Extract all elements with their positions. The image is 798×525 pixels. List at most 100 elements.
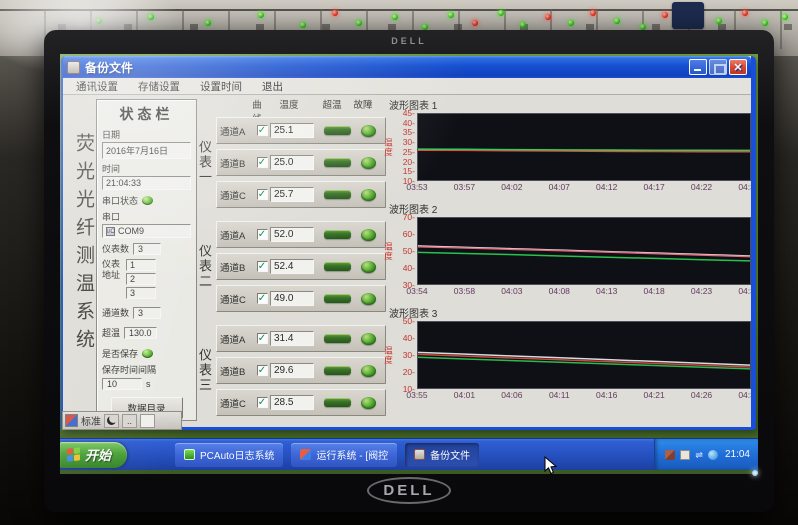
photo-scene: DELL 备份文件 ✕ 通讯设置 <box>0 0 798 525</box>
curve-checkbox[interactable] <box>257 125 268 136</box>
fault-led <box>361 261 376 273</box>
ime-fullhalf-button[interactable] <box>104 414 119 428</box>
tray-usb-icon[interactable]: ⇌ <box>695 450 703 460</box>
taskbar-item-run-system[interactable]: 运行系统 - [阀控 <box>291 443 397 467</box>
dell-logo-bottom: DELL <box>44 477 774 504</box>
menu-storage-settings[interactable]: 存储设置 <box>129 78 189 95</box>
instrument-2-name: 仪表二 <box>199 244 214 289</box>
channel-row: 通道B 29.6 <box>216 357 386 384</box>
fault-led <box>361 333 376 345</box>
instrument-group-3: 仪表三 通道A 31.4 通道B <box>199 325 389 416</box>
minimize-button[interactable] <box>689 59 707 75</box>
panel-led <box>762 20 768 26</box>
start-button[interactable]: 开始 <box>60 442 127 468</box>
close-button[interactable]: ✕ <box>729 59 747 75</box>
instrument-1-name: 仪表一 <box>199 140 214 185</box>
temperature-value: 52.0 <box>270 227 314 242</box>
overtemp-label: 超温 <box>102 326 120 339</box>
mouse-cursor <box>544 456 557 474</box>
menu-set-time[interactable]: 设置时间 <box>191 78 251 95</box>
instrument-group-1: 仪表一 通道A 25.1 通道B <box>199 117 389 208</box>
save-enabled-label: 是否保存 <box>102 347 138 360</box>
system-tray: ⇌ 21:04 <box>654 439 758 470</box>
temperature-value: 25.7 <box>270 187 314 202</box>
chart-xticks: 03:5303:5704:0204:0704:1204:1704:2204:30 <box>417 182 749 192</box>
overtemp-indicator <box>324 366 351 375</box>
chart-plot[interactable] <box>417 113 751 181</box>
run-system-icon <box>300 449 311 460</box>
chart-ylabel: 温度 <box>383 217 394 285</box>
channel-label: 通道A <box>220 124 254 138</box>
tray-language-icon[interactable] <box>665 450 675 460</box>
taskbar-item-log-system[interactable]: PCAuto日志系统 <box>175 443 283 467</box>
curve-checkbox[interactable] <box>257 189 268 200</box>
curve-checkbox[interactable] <box>257 365 268 376</box>
taskbar: 开始 PCAuto日志系统 运行系统 - [阀控 备份文件 <box>60 438 758 470</box>
chart-ylabel: 温度 <box>383 113 394 181</box>
overtemp-indicator <box>324 262 351 271</box>
ime-softkb-button[interactable] <box>140 414 155 428</box>
channel-row: 通道C 49.0 <box>216 285 386 312</box>
ime-language-bar[interactable]: 标准 .. <box>62 411 182 430</box>
date-label: 日期 <box>102 128 191 141</box>
ime-punct-button[interactable]: .. <box>122 414 137 428</box>
curve-checkbox[interactable] <box>257 261 268 272</box>
panel-led <box>590 10 596 16</box>
channel-row: 通道A 25.1 <box>216 117 386 144</box>
instrument-count-label: 仪表数 <box>102 242 129 255</box>
channel-label: 通道B <box>220 260 254 274</box>
curve-checkbox[interactable] <box>257 293 268 304</box>
panel-led <box>716 18 722 24</box>
time-label: 时间 <box>102 162 191 175</box>
ime-icon[interactable] <box>65 414 78 427</box>
save-interval-field[interactable]: 10 <box>102 378 142 390</box>
address-field-1[interactable]: 1 <box>126 259 156 271</box>
app-icon <box>67 61 80 74</box>
curve-checkbox[interactable] <box>257 157 268 168</box>
instrument-count-field[interactable]: 3 <box>133 243 161 255</box>
status-panel-title: 状态栏 <box>102 104 191 124</box>
panel-led <box>258 12 264 18</box>
status-panel: 状态栏 日期 2016年7月16日 时间 21:04:33 串口状态 串口 <box>96 99 197 421</box>
menu-exit[interactable]: 退出 <box>253 78 292 95</box>
temperature-value: 29.6 <box>270 363 314 378</box>
ime-mode-label[interactable]: 标准 <box>81 413 101 428</box>
channel-row: 通道A 52.0 <box>216 221 386 248</box>
menu-comm-settings[interactable]: 通讯设置 <box>67 78 127 95</box>
save-enabled-led <box>142 349 153 358</box>
taskbar-item-backup-file[interactable]: 备份文件 <box>405 443 479 467</box>
curve-checkbox[interactable] <box>257 229 268 240</box>
curve-checkbox[interactable] <box>257 333 268 344</box>
chart-title: 波形图表 3 <box>389 305 751 320</box>
maximize-button[interactable] <box>709 59 727 75</box>
overtemp-indicator <box>324 334 351 343</box>
panel-led <box>448 12 454 18</box>
window-titlebar[interactable]: 备份文件 ✕ <box>63 56 751 78</box>
tray-network-icon[interactable] <box>708 450 718 460</box>
overtemp-field[interactable]: 130.0 <box>124 327 157 339</box>
monitor-power-led[interactable] <box>752 470 758 476</box>
overtemp-indicator <box>324 230 351 239</box>
curve-checkbox[interactable] <box>257 397 268 408</box>
serial-port-select[interactable]: I/O COM9 <box>102 224 191 238</box>
channel-row: 通道A 31.4 <box>216 325 386 352</box>
panel-led <box>614 18 620 24</box>
panel-led <box>392 14 398 20</box>
backup-file-icon <box>414 449 425 460</box>
channel-count-field[interactable]: 3 <box>133 307 161 319</box>
address-field-2[interactable]: 2 <box>126 273 156 285</box>
overtemp-indicator <box>324 126 351 135</box>
waveform-chart-3: 波形图表 3 温度 50-40-30-20-10- 03:5504:0104:0… <box>383 304 751 407</box>
chart-yticks: 70-60-50-40-30- <box>394 217 417 285</box>
monitor: DELL 备份文件 ✕ 通讯设置 <box>44 30 774 512</box>
tray-app-icon[interactable] <box>680 450 690 460</box>
chart-plot[interactable] <box>417 321 751 389</box>
address-field-3[interactable]: 3 <box>126 287 156 299</box>
serial-status-label: 串口状态 <box>102 194 138 207</box>
panel-led <box>300 22 306 28</box>
chart-yticks: 45-40-35-30-25-20-15-10- <box>394 113 417 181</box>
fault-led <box>361 293 376 305</box>
chart-title: 波形图表 1 <box>389 97 751 112</box>
serial-label: 串口 <box>102 210 191 223</box>
chart-plot[interactable] <box>417 217 751 285</box>
